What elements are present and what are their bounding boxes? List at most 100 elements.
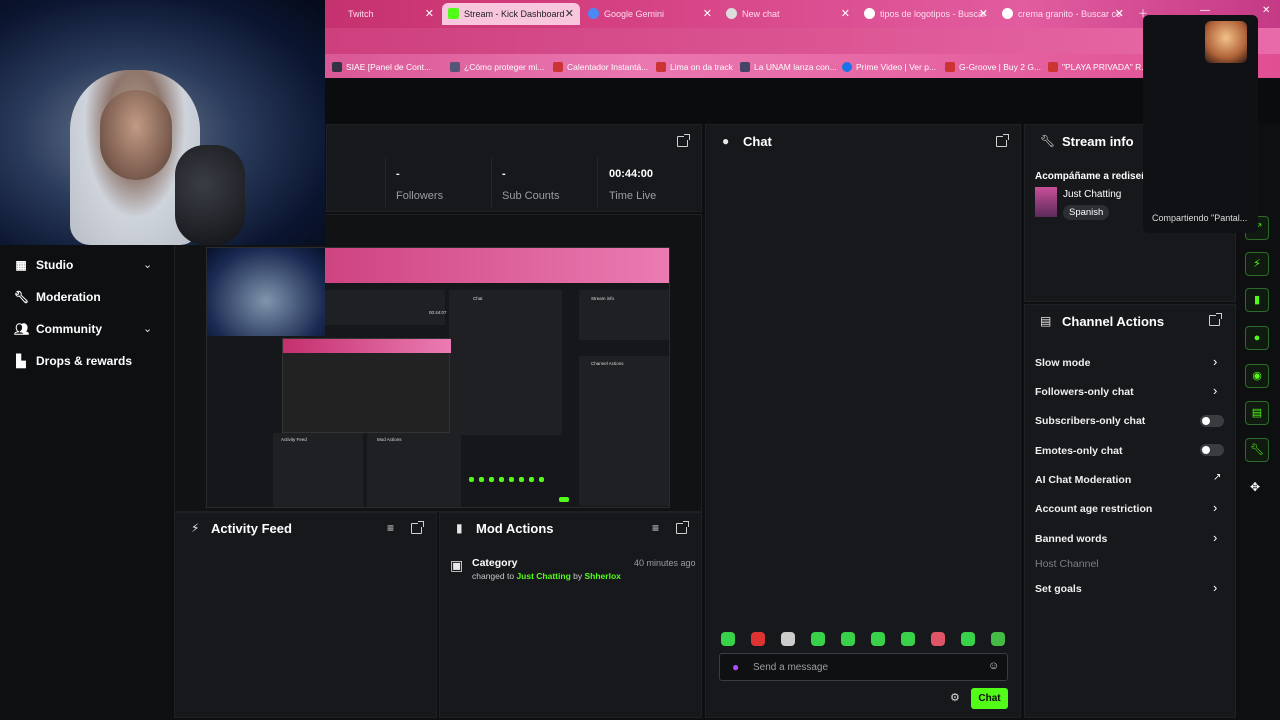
close-icon[interactable]: ✕ bbox=[565, 3, 574, 25]
server-icon[interactable]: ▤ bbox=[1245, 401, 1269, 425]
emote-icon[interactable] bbox=[991, 632, 1005, 646]
slow-mode-item[interactable]: Slow mode bbox=[1035, 357, 1090, 369]
chevron-down-icon[interactable]: ⌄ bbox=[143, 322, 152, 335]
emote-icon[interactable] bbox=[871, 632, 885, 646]
chat-title: Chat bbox=[743, 134, 772, 149]
channel-icon: ▤ bbox=[1040, 314, 1052, 328]
bookmark-item[interactable]: G-Groove | Buy 2 G... bbox=[945, 60, 1041, 74]
chat-send-button[interactable]: Chat bbox=[971, 688, 1008, 709]
chevron-right-icon[interactable]: › bbox=[1213, 580, 1217, 595]
chevron-right-icon[interactable]: › bbox=[1213, 530, 1217, 545]
category-link[interactable]: Just Chatting bbox=[516, 571, 570, 581]
mod-actions-panel: ▮ Mod Actions ≡ ▣ Category 40 minutes ag… bbox=[439, 512, 702, 718]
subscribers-only-toggle[interactable] bbox=[1200, 415, 1224, 427]
chevron-right-icon[interactable]: › bbox=[1213, 500, 1217, 515]
document-icon[interactable]: ▮ bbox=[1245, 288, 1269, 312]
emote-icon[interactable] bbox=[961, 632, 975, 646]
close-icon[interactable]: ✕ bbox=[1115, 3, 1124, 25]
expand-icon[interactable] bbox=[411, 521, 424, 534]
followers-only-item[interactable]: Followers-only chat bbox=[1035, 386, 1134, 398]
emote-icon[interactable] bbox=[901, 632, 915, 646]
emote-icon[interactable] bbox=[751, 632, 765, 646]
gemini-icon bbox=[588, 8, 599, 19]
host-channel-item: Host Channel bbox=[1035, 558, 1099, 570]
category-thumbnail[interactable] bbox=[1035, 187, 1057, 217]
tab-label: Stream - Kick Dashboard bbox=[464, 9, 565, 19]
ai-moderation-item[interactable]: AI Chat Moderation bbox=[1035, 474, 1131, 486]
chevron-right-icon[interactable]: › bbox=[1213, 383, 1217, 398]
emoji-icon[interactable]: ☺ bbox=[988, 660, 999, 672]
emotes-only-item: Emotes-only chat bbox=[1035, 445, 1123, 457]
tab-gemini[interactable]: Google Gemini ✕ bbox=[582, 3, 718, 25]
emote-icon[interactable] bbox=[721, 632, 735, 646]
tab-new-chat[interactable]: New chat ✕ bbox=[720, 3, 856, 25]
emote-icon[interactable] bbox=[931, 632, 945, 646]
bookmark-item[interactable]: Lima on da track bbox=[656, 60, 733, 74]
expand-icon[interactable] bbox=[996, 134, 1009, 147]
sidebar bbox=[0, 245, 172, 720]
close-icon[interactable]: ✕ bbox=[841, 3, 850, 25]
tab-label: Twitch bbox=[348, 9, 374, 19]
broadcast-icon[interactable]: ◉ bbox=[1245, 364, 1269, 388]
expand-icon[interactable] bbox=[676, 521, 689, 534]
activity-feed-panel: ⚡︎ Activity Feed ≡ bbox=[174, 512, 437, 718]
chat-message-input[interactable]: ● Send a message ☺ bbox=[719, 653, 1008, 681]
sidebar-item-studio[interactable]: ▦ Studio bbox=[14, 258, 73, 272]
set-goals-item[interactable]: Set goals bbox=[1035, 583, 1082, 595]
sidebar-item-moderation[interactable]: 🔧︎ Moderation bbox=[14, 290, 101, 304]
bookmark-item[interactable]: SIAE [Panel de Cont... bbox=[332, 60, 431, 74]
sidebar-item-community[interactable]: 👥︎ Community bbox=[14, 322, 102, 336]
external-link-icon[interactable]: ↗ bbox=[1213, 472, 1221, 483]
tab-logotipos[interactable]: tipos de logotipos - Buscar ✕ bbox=[858, 3, 994, 25]
sub-counts-label: Sub Counts bbox=[502, 190, 560, 202]
emotes-only-toggle[interactable] bbox=[1200, 444, 1224, 456]
microphone-icon[interactable]: ● bbox=[732, 660, 739, 674]
subscribers-only-item: Subscribers-only chat bbox=[1035, 415, 1146, 427]
gear-icon[interactable]: ⚙ bbox=[950, 691, 960, 704]
bookmark-item[interactable]: Calentador Instantá... bbox=[553, 60, 648, 74]
expand-icon[interactable] bbox=[677, 134, 690, 147]
studio-icon: ▦ bbox=[15, 258, 27, 272]
banned-words-item[interactable]: Banned words bbox=[1035, 533, 1107, 545]
close-icon[interactable]: ✕ bbox=[425, 3, 434, 25]
chevron-right-icon[interactable]: › bbox=[1213, 354, 1217, 369]
account-age-item[interactable]: Account age restriction bbox=[1035, 503, 1152, 515]
user-link[interactable]: Shherlox bbox=[585, 571, 621, 581]
bolt-icon: ⚡︎ bbox=[191, 521, 200, 535]
sidebar-item-drops[interactable]: ▙ Drops & rewards bbox=[14, 354, 132, 368]
chevron-down-icon[interactable]: ⌄ bbox=[143, 258, 152, 271]
stream-preview-video[interactable]: Chat Stream info Channel Actions Activit… bbox=[206, 247, 670, 508]
chat-panel: ● Chat bbox=[705, 124, 1021, 718]
filter-icon[interactable]: ≡ bbox=[652, 521, 659, 535]
apps-icon[interactable]: ✥ bbox=[1250, 480, 1260, 494]
bookmark-item[interactable]: Prime Video | Ver p... bbox=[842, 60, 936, 74]
time-live-value: 00:44:00 bbox=[609, 168, 654, 180]
emote-icon[interactable] bbox=[811, 632, 825, 646]
kick-icon bbox=[448, 8, 459, 19]
time-live-label: Time Live bbox=[609, 190, 657, 202]
tab-kick-dashboard[interactable]: Stream - Kick Dashboard ✕ bbox=[442, 3, 580, 25]
bookmark-item[interactable]: "PLAYA PRIVADA" R... bbox=[1048, 60, 1148, 74]
emote-icon[interactable] bbox=[781, 632, 795, 646]
expand-icon[interactable] bbox=[1209, 313, 1222, 326]
wrench-icon[interactable]: 🔧︎ bbox=[1245, 438, 1269, 462]
mod-entry-title: Category bbox=[472, 557, 518, 569]
close-icon[interactable]: ✕ bbox=[703, 3, 712, 25]
screen: Twitch ✕ Stream - Kick Dashboard ✕ Googl… bbox=[0, 0, 1280, 720]
stream-title: Acompáñame a rediseña bbox=[1035, 171, 1153, 182]
bookmark-item[interactable]: ¿Cómo proteger mi... bbox=[450, 60, 544, 74]
tab-crema-granito[interactable]: crema granito - Buscar co ✕ bbox=[996, 3, 1130, 25]
filter-icon[interactable]: ≡ bbox=[387, 521, 394, 535]
chat-bubble-icon[interactable]: ● bbox=[1245, 326, 1269, 350]
emote-icon[interactable] bbox=[841, 632, 855, 646]
close-window-icon[interactable]: ✕ bbox=[1262, 5, 1270, 16]
close-icon[interactable]: ✕ bbox=[979, 3, 988, 25]
channel-actions-title: Channel Actions bbox=[1062, 314, 1165, 329]
category-name[interactable]: Just Chatting bbox=[1063, 189, 1121, 200]
tab-twitch[interactable]: Twitch ✕ bbox=[326, 3, 440, 25]
google-icon bbox=[1002, 8, 1013, 19]
bookmark-item[interactable]: La UNAM lanza con... bbox=[740, 60, 837, 74]
tab-label: Google Gemini bbox=[604, 9, 665, 19]
bolt-icon[interactable]: ⚡︎ bbox=[1245, 252, 1269, 276]
people-icon: 👥︎ bbox=[14, 322, 30, 336]
